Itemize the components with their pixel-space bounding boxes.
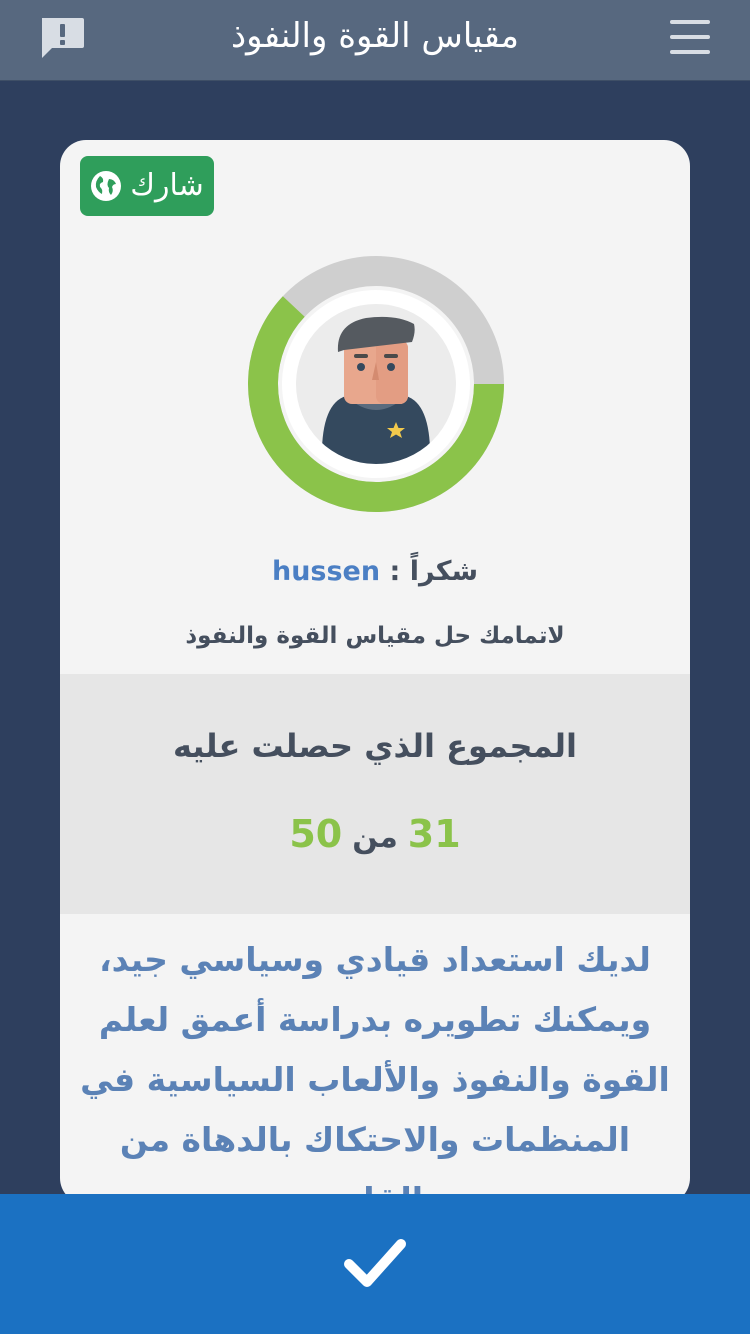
score-display: 31 من 50 (60, 810, 690, 866)
result-card: شارك hussen: شكراً لاتمامك حل مقياس الق… (60, 140, 690, 1204)
checkmark-icon (344, 1239, 406, 1287)
score-heading: المجموع الذي حصلت عليه (172, 727, 577, 765)
score-gauge (246, 254, 506, 514)
thanks-word: شكراً (409, 556, 479, 587)
app-screen: مقياس القوة والنفوذ شارك hussen: شكراً … (0, 0, 750, 1334)
score-panel: المجموع الذي حصلت عليه 31 من 50 (60, 674, 690, 914)
thanks-line: hussen : شكراً (60, 554, 690, 590)
user-name: hussen (271, 556, 381, 587)
hamburger-menu-icon[interactable] (666, 18, 714, 58)
globe-icon (91, 171, 122, 201)
separator: : (380, 556, 410, 587)
share-button[interactable]: شارك (80, 156, 214, 216)
score-max: 50 (289, 812, 343, 856)
share-label: شارك (130, 168, 204, 203)
page-title: مقياس القوة والنفوذ (231, 16, 519, 56)
result-description: لديك استعداد قيادي وسياسي جيد، ويمكنك تط… (80, 940, 670, 1204)
completion-text: لاتمامك حل مقياس القوة والنفوذ (185, 623, 565, 649)
score-of: من (352, 820, 398, 855)
top-bar: مقياس القوة والنفوذ (0, 0, 750, 81)
score-value: 31 (407, 812, 461, 856)
confirm-button[interactable] (0, 1194, 750, 1334)
